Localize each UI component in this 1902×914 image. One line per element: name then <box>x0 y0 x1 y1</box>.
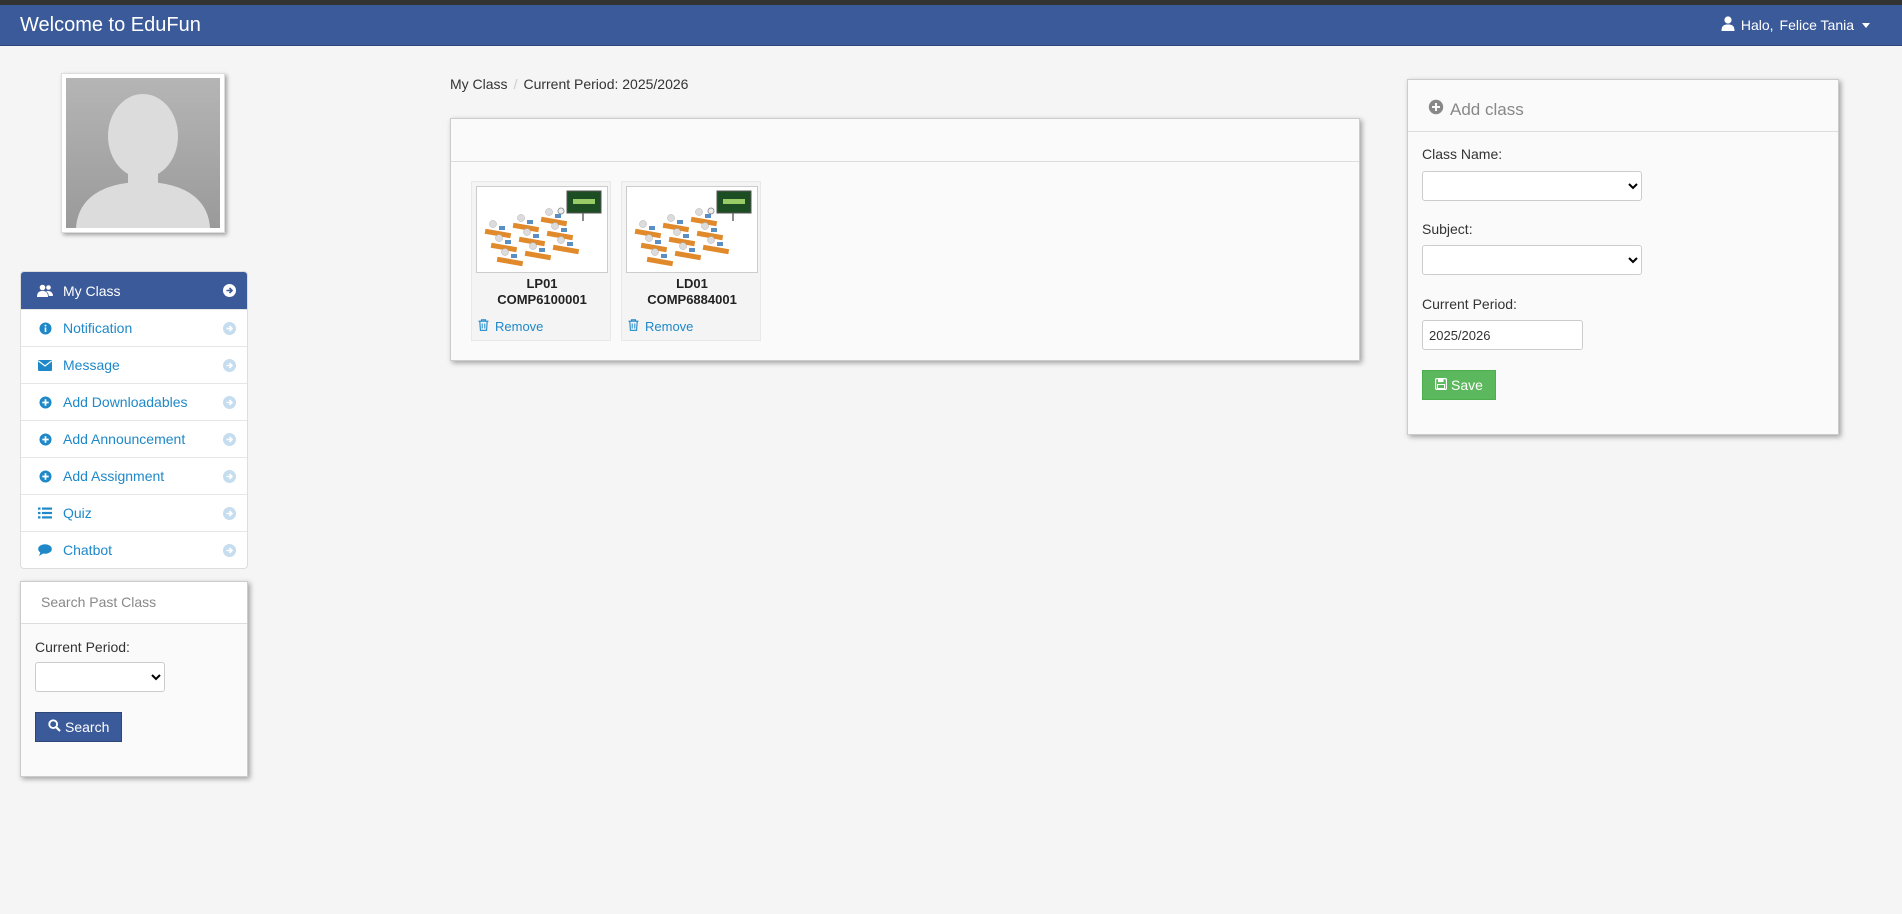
sidebar-menu: My Class Notification Message Add Downlo… <box>20 271 248 569</box>
search-button[interactable]: Search <box>35 712 123 742</box>
class-code: LP01 <box>526 276 558 291</box>
add-class-header: Add class <box>1408 80 1838 132</box>
period-label: Current Period: <box>35 639 130 655</box>
save-button[interactable]: Save <box>1422 370 1496 400</box>
classroom-image <box>476 186 608 273</box>
class-list-panel-header <box>451 119 1359 162</box>
sidebar-item-message[interactable]: Message <box>21 346 247 383</box>
caret-down-icon <box>1862 22 1870 28</box>
sidebar-item-label: Add Announcement <box>63 431 186 447</box>
arrow-right-circle-icon <box>223 322 236 335</box>
sidebar-item-add-announcement[interactable]: Add Announcement <box>21 420 247 457</box>
class-course-code: COMP6100001 <box>497 292 587 307</box>
remove-label: Remove <box>495 319 544 334</box>
remove-class-link[interactable]: Remove <box>478 319 543 334</box>
subject-label: Subject: <box>1422 221 1473 237</box>
plus-circle-icon <box>37 394 53 410</box>
user-icon <box>1721 16 1735 34</box>
arrow-right-circle-icon <box>223 470 236 483</box>
sidebar-item-add-assignment[interactable]: Add Assignment <box>21 457 247 494</box>
comment-icon <box>37 542 53 558</box>
search-button-label: Search <box>65 719 110 735</box>
remove-class-link[interactable]: Remove <box>628 319 693 334</box>
greeting-text: Halo, <box>1740 17 1774 33</box>
arrow-right-circle-icon <box>223 544 236 557</box>
brand-title[interactable]: Welcome to EduFun <box>20 14 201 37</box>
search-panel-title: Search Past Class <box>21 582 247 624</box>
user-menu[interactable]: Halo, Felice Tania <box>1721 16 1870 34</box>
sidebar-item-notification[interactable]: Notification <box>21 309 247 346</box>
sidebar-item-label: Message <box>63 357 120 373</box>
class-name-select[interactable] <box>1422 171 1642 201</box>
breadcrumb-home[interactable]: My Class <box>450 76 508 92</box>
trash-icon <box>478 319 489 334</box>
sidebar-item-chatbot[interactable]: Chatbot <box>21 531 247 568</box>
sidebar-item-add-downloadables[interactable]: Add Downloadables <box>21 383 247 420</box>
trash-icon <box>628 319 639 334</box>
arrow-right-circle-icon <box>223 507 236 520</box>
class-card[interactable]: LP01 COMP6100001 Remove <box>471 181 611 341</box>
save-button-label: Save <box>1451 377 1483 393</box>
add-class-panel: Add class Class Name: Subject: Current P… <box>1407 79 1839 435</box>
class-course-code: COMP6884001 <box>647 292 737 307</box>
sidebar-item-label: Notification <box>63 320 133 336</box>
plus-circle-icon <box>37 431 53 447</box>
sidebar-item-label: My Class <box>63 282 121 299</box>
plus-circle-icon <box>37 468 53 484</box>
search-icon <box>48 719 61 735</box>
sidebar-item-label: Add Downloadables <box>63 394 188 410</box>
past-period-select[interactable] <box>35 662 165 692</box>
breadcrumb-current: Current Period: 2025/2026 <box>523 76 689 92</box>
add-class-title: Add class <box>1450 99 1524 119</box>
avatar <box>61 73 225 233</box>
users-icon <box>37 283 53 299</box>
sidebar-item-my-class[interactable]: My Class <box>21 272 247 309</box>
sidebar-item-label: Chatbot <box>63 542 113 558</box>
subject-select[interactable] <box>1422 245 1642 275</box>
current-period-input[interactable] <box>1422 320 1583 350</box>
plus-circle-icon <box>1428 99 1444 120</box>
arrow-right-circle-icon <box>223 359 236 372</box>
navbar: Welcome to EduFun Halo, Felice Tania <box>0 5 1902 46</box>
arrow-right-circle-icon <box>223 433 236 446</box>
arrow-right-circle-icon <box>223 396 236 409</box>
remove-label: Remove <box>645 319 694 334</box>
envelope-icon <box>37 357 53 373</box>
list-icon <box>37 505 53 521</box>
sidebar-item-label: Quiz <box>63 505 92 521</box>
arrow-right-circle-icon <box>223 284 236 297</box>
avatar-silhouette <box>66 78 220 228</box>
class-card[interactable]: LD01 COMP6884001 Remove <box>621 181 761 341</box>
search-past-class-panel: Search Past Class Current Period: Search <box>20 581 248 777</box>
class-name-label: Class Name: <box>1422 146 1503 162</box>
floppy-disk-icon <box>1435 377 1448 393</box>
info-icon <box>37 320 53 336</box>
sidebar-item-label: Add Assignment <box>63 468 165 484</box>
class-code: LD01 <box>676 276 708 291</box>
breadcrumb-separator: / <box>513 76 518 92</box>
user-name: Felice Tania <box>1779 17 1854 33</box>
classroom-image <box>626 186 758 273</box>
breadcrumb: My Class / Current Period: 2025/2026 <box>450 76 688 92</box>
current-period-label: Current Period: <box>1422 296 1517 312</box>
sidebar-item-quiz[interactable]: Quiz <box>21 494 247 531</box>
